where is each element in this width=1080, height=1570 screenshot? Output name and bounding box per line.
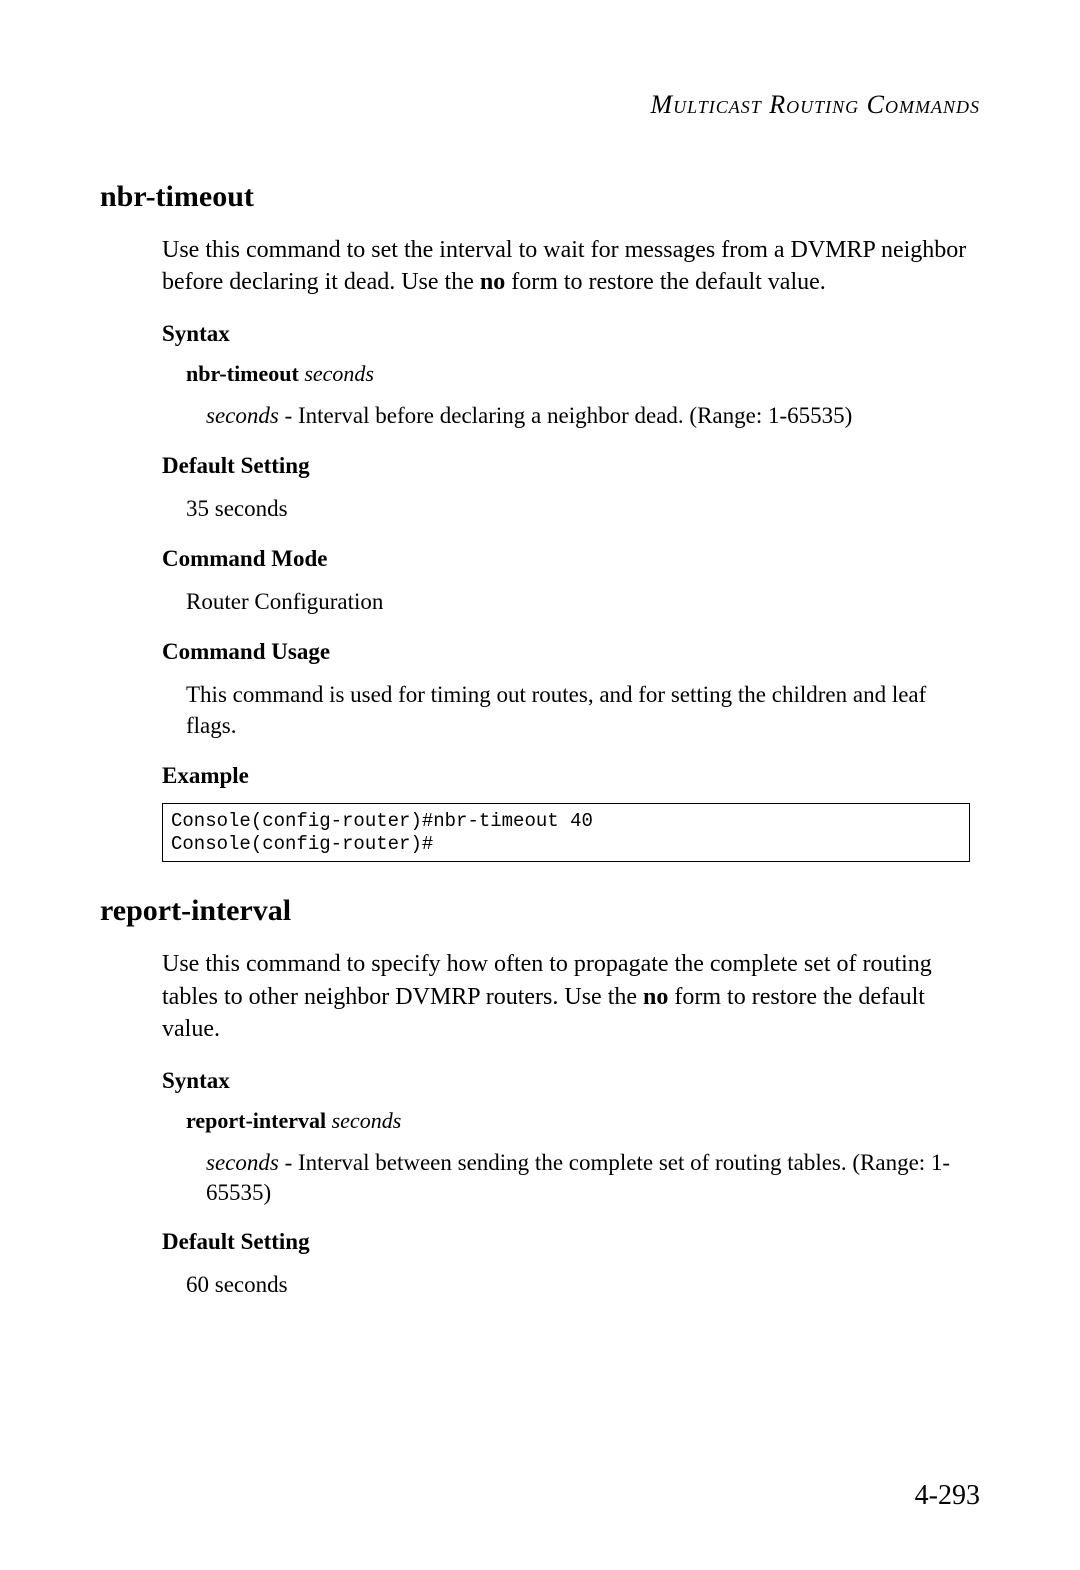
- syntax-label: Syntax: [162, 1068, 980, 1094]
- syntax-line-report-interval: report-interval seconds: [186, 1108, 980, 1134]
- default-setting-value: 60 seconds: [186, 1269, 980, 1300]
- command-mode-label: Command Mode: [162, 546, 980, 572]
- command-heading-nbr-timeout: nbr-timeout: [100, 180, 980, 214]
- param-name: seconds: [206, 1150, 279, 1175]
- syntax-label: Syntax: [162, 321, 980, 347]
- command-intro-report-interval: Use this command to specify how often to…: [162, 948, 970, 1045]
- param-name: seconds: [206, 403, 279, 428]
- command-heading-report-interval: report-interval: [100, 894, 980, 928]
- command-intro-nbr-timeout: Use this command to set the interval to …: [162, 234, 970, 299]
- page-header-section: Multicast Routing Commands: [100, 90, 980, 120]
- default-setting-label: Default Setting: [162, 1229, 980, 1255]
- syntax-arg: seconds: [332, 1108, 402, 1133]
- syntax-arg: seconds: [304, 361, 374, 386]
- intro-no-keyword: no: [643, 984, 668, 1010]
- default-setting-label: Default Setting: [162, 453, 980, 479]
- command-mode-value: Router Configuration: [186, 586, 980, 617]
- command-usage-text: This command is used for timing out rout…: [186, 679, 980, 741]
- intro-no-keyword: no: [480, 269, 505, 295]
- param-desc-text: - Interval before declaring a neighbor d…: [279, 403, 852, 428]
- command-usage-label: Command Usage: [162, 639, 980, 665]
- param-desc-text: - Interval between sending the complete …: [206, 1150, 950, 1205]
- default-setting-value: 35 seconds: [186, 493, 980, 524]
- syntax-cmd: report-interval: [186, 1108, 326, 1133]
- example-label: Example: [162, 763, 980, 789]
- param-desc-nbr-timeout: seconds - Interval before declaring a ne…: [206, 401, 964, 431]
- example-box-nbr-timeout: Console(config-router)#nbr-timeout 40 Co…: [162, 803, 970, 863]
- syntax-cmd: nbr-timeout: [186, 361, 299, 386]
- param-desc-report-interval: seconds - Interval between sending the c…: [206, 1148, 964, 1208]
- page-number: 4-293: [915, 1480, 980, 1512]
- intro-text-part2: form to restore the default value.: [505, 269, 826, 295]
- syntax-line-nbr-timeout: nbr-timeout seconds: [186, 361, 980, 387]
